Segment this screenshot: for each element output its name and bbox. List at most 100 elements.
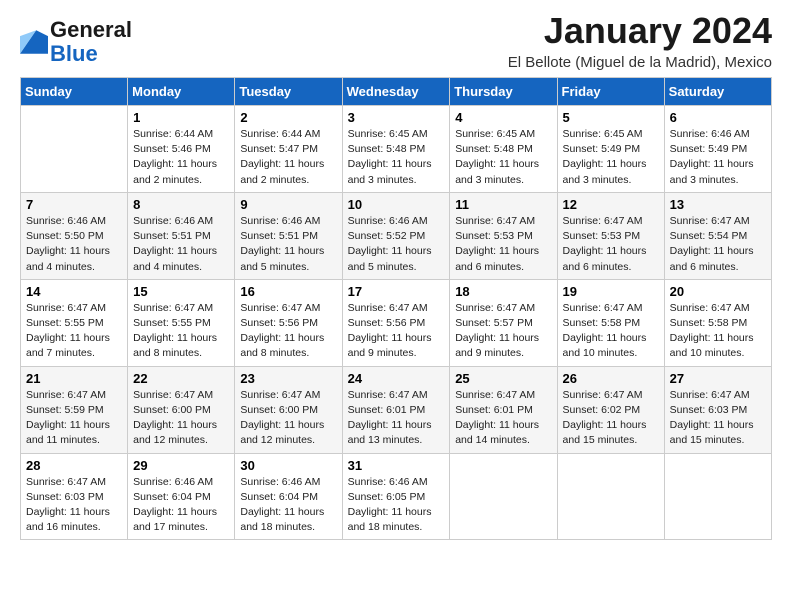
weekday-header-monday: Monday	[128, 78, 235, 106]
calendar-cell: 29 Sunrise: 6:46 AMSunset: 6:04 PMDayligh…	[128, 453, 235, 540]
calendar-week-1: 1Sunrise: 6:44 AMSunset: 5:46 PMDaylight…	[21, 106, 772, 193]
logo-icon	[20, 30, 48, 54]
day-number: 2	[240, 110, 336, 125]
day-number: 21	[26, 371, 122, 386]
day-number: 18	[455, 284, 551, 299]
calendar-cell: 11 Sunrise: 6:47 AMSunset: 5:53 PMDayligh…	[450, 192, 557, 279]
weekday-header-friday: Friday	[557, 78, 664, 106]
weekday-header-sunday: Sunday	[21, 78, 128, 106]
calendar-cell	[664, 453, 771, 540]
day-number: 29	[133, 458, 229, 473]
title-area: January 2024 El Bellote (Miguel de la Ma…	[508, 10, 772, 71]
day-info: Sunrise: 6:46 AMSunset: 5:49 PMDaylight:…	[670, 127, 766, 188]
day-number: 25	[455, 371, 551, 386]
day-number: 6	[670, 110, 766, 125]
day-info: Sunrise: 6:46 AMSunset: 6:04 PMDaylight:…	[240, 475, 336, 536]
logo: GeneralBlue	[20, 18, 132, 66]
day-info: Sunrise: 6:47 AMSunset: 5:59 PMDaylight:…	[26, 388, 122, 449]
day-info: Sunrise: 6:47 AMSunset: 6:01 PMDaylight:…	[455, 388, 551, 449]
day-info: Sunrise: 6:47 AMSunset: 5:58 PMDaylight:…	[670, 301, 766, 362]
day-number: 12	[563, 197, 659, 212]
weekday-header-row: SundayMondayTuesdayWednesdayThursdayFrid…	[21, 78, 772, 106]
calendar-cell: 22 Sunrise: 6:47 AMSunset: 6:00 PMDayligh…	[128, 366, 235, 453]
day-number: 27	[670, 371, 766, 386]
calendar-cell: 24Sunrise: 6:47 AMSunset: 6:01 PMDayligh…	[342, 366, 450, 453]
day-number: 10	[348, 197, 445, 212]
calendar-week-4: 21 Sunrise: 6:47 AMSunset: 5:59 PMDayligh…	[21, 366, 772, 453]
day-number: 22	[133, 371, 229, 386]
calendar-cell: 5Sunrise: 6:45 AMSunset: 5:49 PMDaylight…	[557, 106, 664, 193]
calendar-cell: 25 Sunrise: 6:47 AMSunset: 6:01 PMDayligh…	[450, 366, 557, 453]
calendar-week-2: 7 Sunrise: 6:46 AMSunset: 5:50 PMDaylight…	[21, 192, 772, 279]
calendar-cell: 27 Sunrise: 6:47 AMSunset: 6:03 PMDayligh…	[664, 366, 771, 453]
calendar-cell: 30 Sunrise: 6:46 AMSunset: 6:04 PMDayligh…	[235, 453, 342, 540]
day-number: 30	[240, 458, 336, 473]
day-info: Sunrise: 6:47 AMSunset: 6:03 PMDaylight:…	[26, 475, 122, 536]
day-number: 14	[26, 284, 122, 299]
day-number: 19	[563, 284, 659, 299]
day-info: Sunrise: 6:46 AMSunset: 6:04 PMDaylight:…	[133, 475, 229, 536]
day-info: Sunrise: 6:47 AMSunset: 6:03 PMDaylight:…	[670, 388, 766, 449]
calendar-week-3: 14 Sunrise: 6:47 AMSunset: 5:55 PMDayligh…	[21, 279, 772, 366]
calendar-cell: 19 Sunrise: 6:47 AMSunset: 5:58 PMDayligh…	[557, 279, 664, 366]
calendar-cell: 7 Sunrise: 6:46 AMSunset: 5:50 PMDaylight…	[21, 192, 128, 279]
day-info: Sunrise: 6:45 AMSunset: 5:49 PMDaylight:…	[563, 127, 659, 188]
calendar-cell: 13 Sunrise: 6:47 AMSunset: 5:54 PMDayligh…	[664, 192, 771, 279]
calendar-cell: 28 Sunrise: 6:47 AMSunset: 6:03 PMDayligh…	[21, 453, 128, 540]
day-number: 1	[133, 110, 229, 125]
day-info: Sunrise: 6:45 AMSunset: 5:48 PMDaylight:…	[348, 127, 445, 188]
day-info: Sunrise: 6:47 AMSunset: 5:53 PMDaylight:…	[455, 214, 551, 275]
day-info: Sunrise: 6:47 AMSunset: 6:00 PMDaylight:…	[240, 388, 336, 449]
calendar-cell: 10 Sunrise: 6:46 AMSunset: 5:52 PMDayligh…	[342, 192, 450, 279]
day-info: Sunrise: 6:47 AMSunset: 5:54 PMDaylight:…	[670, 214, 766, 275]
day-number: 13	[670, 197, 766, 212]
calendar-cell: 9Sunrise: 6:46 AMSunset: 5:51 PMDaylight…	[235, 192, 342, 279]
day-info: Sunrise: 6:47 AMSunset: 5:56 PMDaylight:…	[240, 301, 336, 362]
day-info: Sunrise: 6:47 AMSunset: 5:55 PMDaylight:…	[26, 301, 122, 362]
day-info: Sunrise: 6:47 AMSunset: 6:01 PMDaylight:…	[348, 388, 445, 449]
weekday-header-thursday: Thursday	[450, 78, 557, 106]
calendar-cell: 14 Sunrise: 6:47 AMSunset: 5:55 PMDayligh…	[21, 279, 128, 366]
day-number: 16	[240, 284, 336, 299]
calendar-cell: 6 Sunrise: 6:46 AMSunset: 5:49 PMDaylight…	[664, 106, 771, 193]
day-number: 15	[133, 284, 229, 299]
calendar-cell: 20 Sunrise: 6:47 AMSunset: 5:58 PMDayligh…	[664, 279, 771, 366]
calendar-cell: 1Sunrise: 6:44 AMSunset: 5:46 PMDaylight…	[128, 106, 235, 193]
day-number: 17	[348, 284, 445, 299]
day-number: 20	[670, 284, 766, 299]
day-info: Sunrise: 6:46 AMSunset: 5:51 PMDaylight:…	[240, 214, 336, 275]
day-info: Sunrise: 6:46 AMSunset: 6:05 PMDaylight:…	[348, 475, 445, 536]
day-info: Sunrise: 6:47 AMSunset: 5:58 PMDaylight:…	[563, 301, 659, 362]
calendar-cell: 31 Sunrise: 6:46 AMSunset: 6:05 PMDayligh…	[342, 453, 450, 540]
weekday-header-saturday: Saturday	[664, 78, 771, 106]
calendar-cell	[21, 106, 128, 193]
day-number: 3	[348, 110, 445, 125]
weekday-header-tuesday: Tuesday	[235, 78, 342, 106]
calendar-cell: 2Sunrise: 6:44 AMSunset: 5:47 PMDaylight…	[235, 106, 342, 193]
day-info: Sunrise: 6:47 AMSunset: 5:57 PMDaylight:…	[455, 301, 551, 362]
calendar-cell: 12 Sunrise: 6:47 AMSunset: 5:53 PMDayligh…	[557, 192, 664, 279]
logo-text: GeneralBlue	[50, 18, 132, 66]
day-info: Sunrise: 6:46 AMSunset: 5:51 PMDaylight:…	[133, 214, 229, 275]
day-number: 7	[26, 197, 122, 212]
day-info: Sunrise: 6:46 AMSunset: 5:52 PMDaylight:…	[348, 214, 445, 275]
calendar-cell: 17Sunrise: 6:47 AMSunset: 5:56 PMDayligh…	[342, 279, 450, 366]
day-info: Sunrise: 6:46 AMSunset: 5:50 PMDaylight:…	[26, 214, 122, 275]
day-info: Sunrise: 6:47 AMSunset: 5:55 PMDaylight:…	[133, 301, 229, 362]
day-number: 28	[26, 458, 122, 473]
day-number: 4	[455, 110, 551, 125]
calendar-week-5: 28 Sunrise: 6:47 AMSunset: 6:03 PMDayligh…	[21, 453, 772, 540]
day-info: Sunrise: 6:47 AMSunset: 5:53 PMDaylight:…	[563, 214, 659, 275]
day-number: 11	[455, 197, 551, 212]
calendar-cell	[557, 453, 664, 540]
day-info: Sunrise: 6:47 AMSunset: 6:02 PMDaylight:…	[563, 388, 659, 449]
calendar-cell: 23Sunrise: 6:47 AMSunset: 6:00 PMDayligh…	[235, 366, 342, 453]
day-number: 31	[348, 458, 445, 473]
calendar-cell: 16 Sunrise: 6:47 AMSunset: 5:56 PMDayligh…	[235, 279, 342, 366]
day-info: Sunrise: 6:47 AMSunset: 6:00 PMDaylight:…	[133, 388, 229, 449]
day-number: 8	[133, 197, 229, 212]
calendar-cell: 3 Sunrise: 6:45 AMSunset: 5:48 PMDaylight…	[342, 106, 450, 193]
day-info: Sunrise: 6:45 AMSunset: 5:48 PMDaylight:…	[455, 127, 551, 188]
page-header: GeneralBlue January 2024 El Bellote (Mig…	[20, 10, 772, 71]
calendar-cell: 18 Sunrise: 6:47 AMSunset: 5:57 PMDayligh…	[450, 279, 557, 366]
